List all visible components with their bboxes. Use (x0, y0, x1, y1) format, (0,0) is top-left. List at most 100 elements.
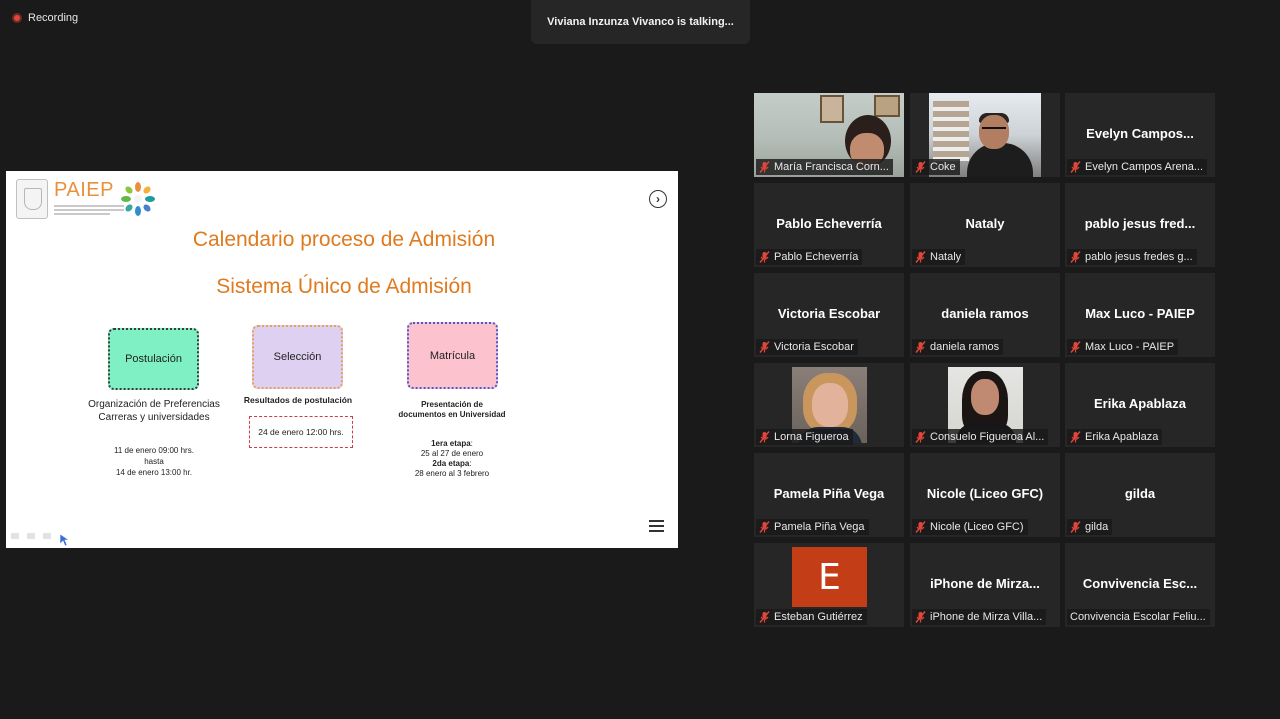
matricula-stages: 1era etapa: 25 al 27 de enero 2da etapa:… (398, 439, 506, 479)
muted-mic-icon (915, 431, 926, 443)
participant-tile[interactable]: gilda gilda (1065, 453, 1215, 537)
participant-name-label: Esteban Gutiérrez (756, 609, 867, 625)
participant-name: Pamela Piña Vega (774, 521, 865, 533)
participant-display-name: Convivencia Esc... (1082, 576, 1198, 591)
participant-name: Evelyn Campos Arena... (1085, 161, 1204, 173)
paiep-logo: PAIEP (16, 179, 156, 221)
muted-mic-icon (759, 161, 770, 173)
participant-display-name: Nicole (Liceo GFC) (926, 486, 1044, 501)
slide-title: Calendario proceso de Admisión (192, 228, 496, 251)
participant-name-label: Coke (912, 159, 960, 175)
participant-display-name: Pablo Echeverría (776, 216, 882, 231)
muted-mic-icon (1070, 161, 1081, 173)
muted-mic-icon (759, 341, 770, 353)
participant-tile[interactable]: daniela ramos daniela ramos (910, 273, 1060, 357)
participant-tile[interactable]: iPhone de Mirza... iPhone de Mirza Villa.… (910, 543, 1060, 627)
participant-tile[interactable]: Coke (910, 93, 1060, 177)
participant-display-name: daniela ramos (941, 306, 1029, 321)
step-label: Postulación (125, 353, 182, 365)
shared-screen-slide: PAIEP › Calendario proceso de Admisión S… (6, 171, 678, 548)
muted-mic-icon (1070, 251, 1081, 263)
participant-name: Pablo Echeverría (774, 251, 859, 263)
participant-name: Nicole (Liceo GFC) (930, 521, 1024, 533)
flower-logo-icon (121, 182, 155, 216)
slide-menu-icon[interactable] (649, 520, 664, 532)
participant-name-label: pablo jesus fredes g... (1067, 249, 1197, 265)
participant-name: María Francisca Corn... (774, 161, 889, 173)
participant-name: Esteban Gutiérrez (774, 611, 863, 623)
participant-name: pablo jesus fredes g... (1085, 251, 1193, 263)
seleccion-detail: Resultados de postulación (243, 395, 353, 405)
participant-display-name: gilda (1124, 486, 1156, 501)
step-label: Selección (273, 351, 322, 363)
participant-display-name: Pamela Piña Vega (773, 486, 885, 501)
step-postulacion-box: Postulación (108, 328, 199, 390)
seleccion-date: 24 de enero 12:00 hrs. (258, 427, 344, 437)
participant-name: Convivencia Escolar Feliu... (1070, 611, 1206, 623)
participant-tile[interactable]: Victoria Escobar Victoria Escobar (754, 273, 904, 357)
participant-tile[interactable]: Nicole (Liceo GFC) Nicole (Liceo GFC) (910, 453, 1060, 537)
participant-name: Lorna Figueroa (774, 431, 849, 443)
participant-name-label: gilda (1067, 519, 1113, 535)
muted-mic-icon (759, 251, 770, 263)
participant-display-name: pablo jesus fred... (1084, 216, 1196, 231)
participant-name-label: Lorna Figueroa (756, 429, 853, 445)
participant-name-label: Convivencia Escolar Feliu... (1067, 609, 1210, 625)
muted-mic-icon (1070, 521, 1081, 533)
options-tool-icon[interactable] (43, 533, 51, 539)
participant-name: Nataly (930, 251, 962, 263)
participant-display-name: Nataly (965, 216, 1005, 231)
participant-name-label: María Francisca Corn... (756, 159, 893, 175)
participant-name: Coke (930, 161, 956, 173)
prev-tool-icon[interactable] (11, 533, 19, 539)
participant-tile[interactable]: Pamela Piña Vega Pamela Piña Vega (754, 453, 904, 537)
participant-avatar: E (792, 547, 867, 607)
muted-mic-icon (1070, 341, 1081, 353)
recording-label: Recording (28, 12, 79, 24)
postulacion-dates: 11 de enero 09:00 hrs. hasta 14 de enero… (114, 446, 194, 477)
participant-display-name: Evelyn Campos... (1086, 126, 1194, 141)
participant-name-label: Victoria Escobar (756, 339, 858, 355)
seleccion-date-box: 24 de enero 12:00 hrs. (249, 416, 353, 448)
participant-name: daniela ramos (930, 341, 1000, 353)
participant-tile[interactable]: Pablo Echeverría Pablo Echeverría (754, 183, 904, 267)
record-icon (12, 13, 22, 23)
muted-mic-icon (759, 611, 770, 623)
university-seal-icon (16, 179, 48, 219)
pen-tool-icon[interactable] (27, 533, 35, 539)
participant-name-label: Nicole (Liceo GFC) (912, 519, 1028, 535)
participant-tile[interactable]: María Francisca Corn... (754, 93, 904, 177)
participant-tile[interactable]: Consuelo Figueroa Al... (910, 363, 1060, 447)
participant-tile[interactable]: Lorna Figueroa (754, 363, 904, 447)
participant-tile[interactable]: pablo jesus fred... pablo jesus fredes g.… (1065, 183, 1215, 267)
stage2-dates: 28 enero al 3 febrero (414, 469, 490, 478)
participant-name-label: Pablo Echeverría (756, 249, 863, 265)
participant-name-label: Nataly (912, 249, 966, 265)
participant-name-label: Erika Apablaza (1067, 429, 1163, 445)
participant-tile[interactable]: Nataly Nataly (910, 183, 1060, 267)
participant-name-label: Evelyn Campos Arena... (1067, 159, 1208, 175)
participant-name-label: Pamela Piña Vega (756, 519, 869, 535)
slide-subtitle: Sistema Único de Admisión (216, 275, 472, 298)
slide-toolbar (11, 533, 51, 539)
participant-display-name: iPhone de Mirza... (930, 576, 1040, 591)
participant-name: gilda (1085, 521, 1109, 533)
participant-name: Erika Apablaza (1085, 431, 1159, 443)
recording-indicator: Recording (12, 12, 78, 24)
participant-tile[interactable]: Max Luco - PAIEP Max Luco - PAIEP (1065, 273, 1215, 357)
participant-tile[interactable]: Erika Apablaza Erika Apablaza (1065, 363, 1215, 447)
participant-tile[interactable]: Evelyn Campos... Evelyn Campos Arena... (1065, 93, 1215, 177)
muted-mic-icon (915, 611, 926, 623)
stage2-label: 2da etapa (432, 459, 470, 468)
participant-tile[interactable]: Convivencia Esc... Convivencia Escolar Fe… (1065, 543, 1215, 627)
participant-name: iPhone de Mirza Villa... (930, 611, 1043, 623)
participant-name: Victoria Escobar (774, 341, 854, 353)
stage1-label: 1era etapa (431, 439, 471, 448)
pointer-icon (60, 534, 70, 546)
step-seleccion-box: Selección (252, 325, 343, 389)
participant-tile[interactable]: E Esteban Gutiérrez (754, 543, 904, 627)
muted-mic-icon (759, 431, 770, 443)
postulacion-detail: Organización de Preferencias Carreras y … (88, 399, 220, 423)
active-speaker-text: Viviana Inzunza Vivanco is talking... (547, 16, 734, 28)
next-slide-icon[interactable]: › (649, 190, 667, 208)
